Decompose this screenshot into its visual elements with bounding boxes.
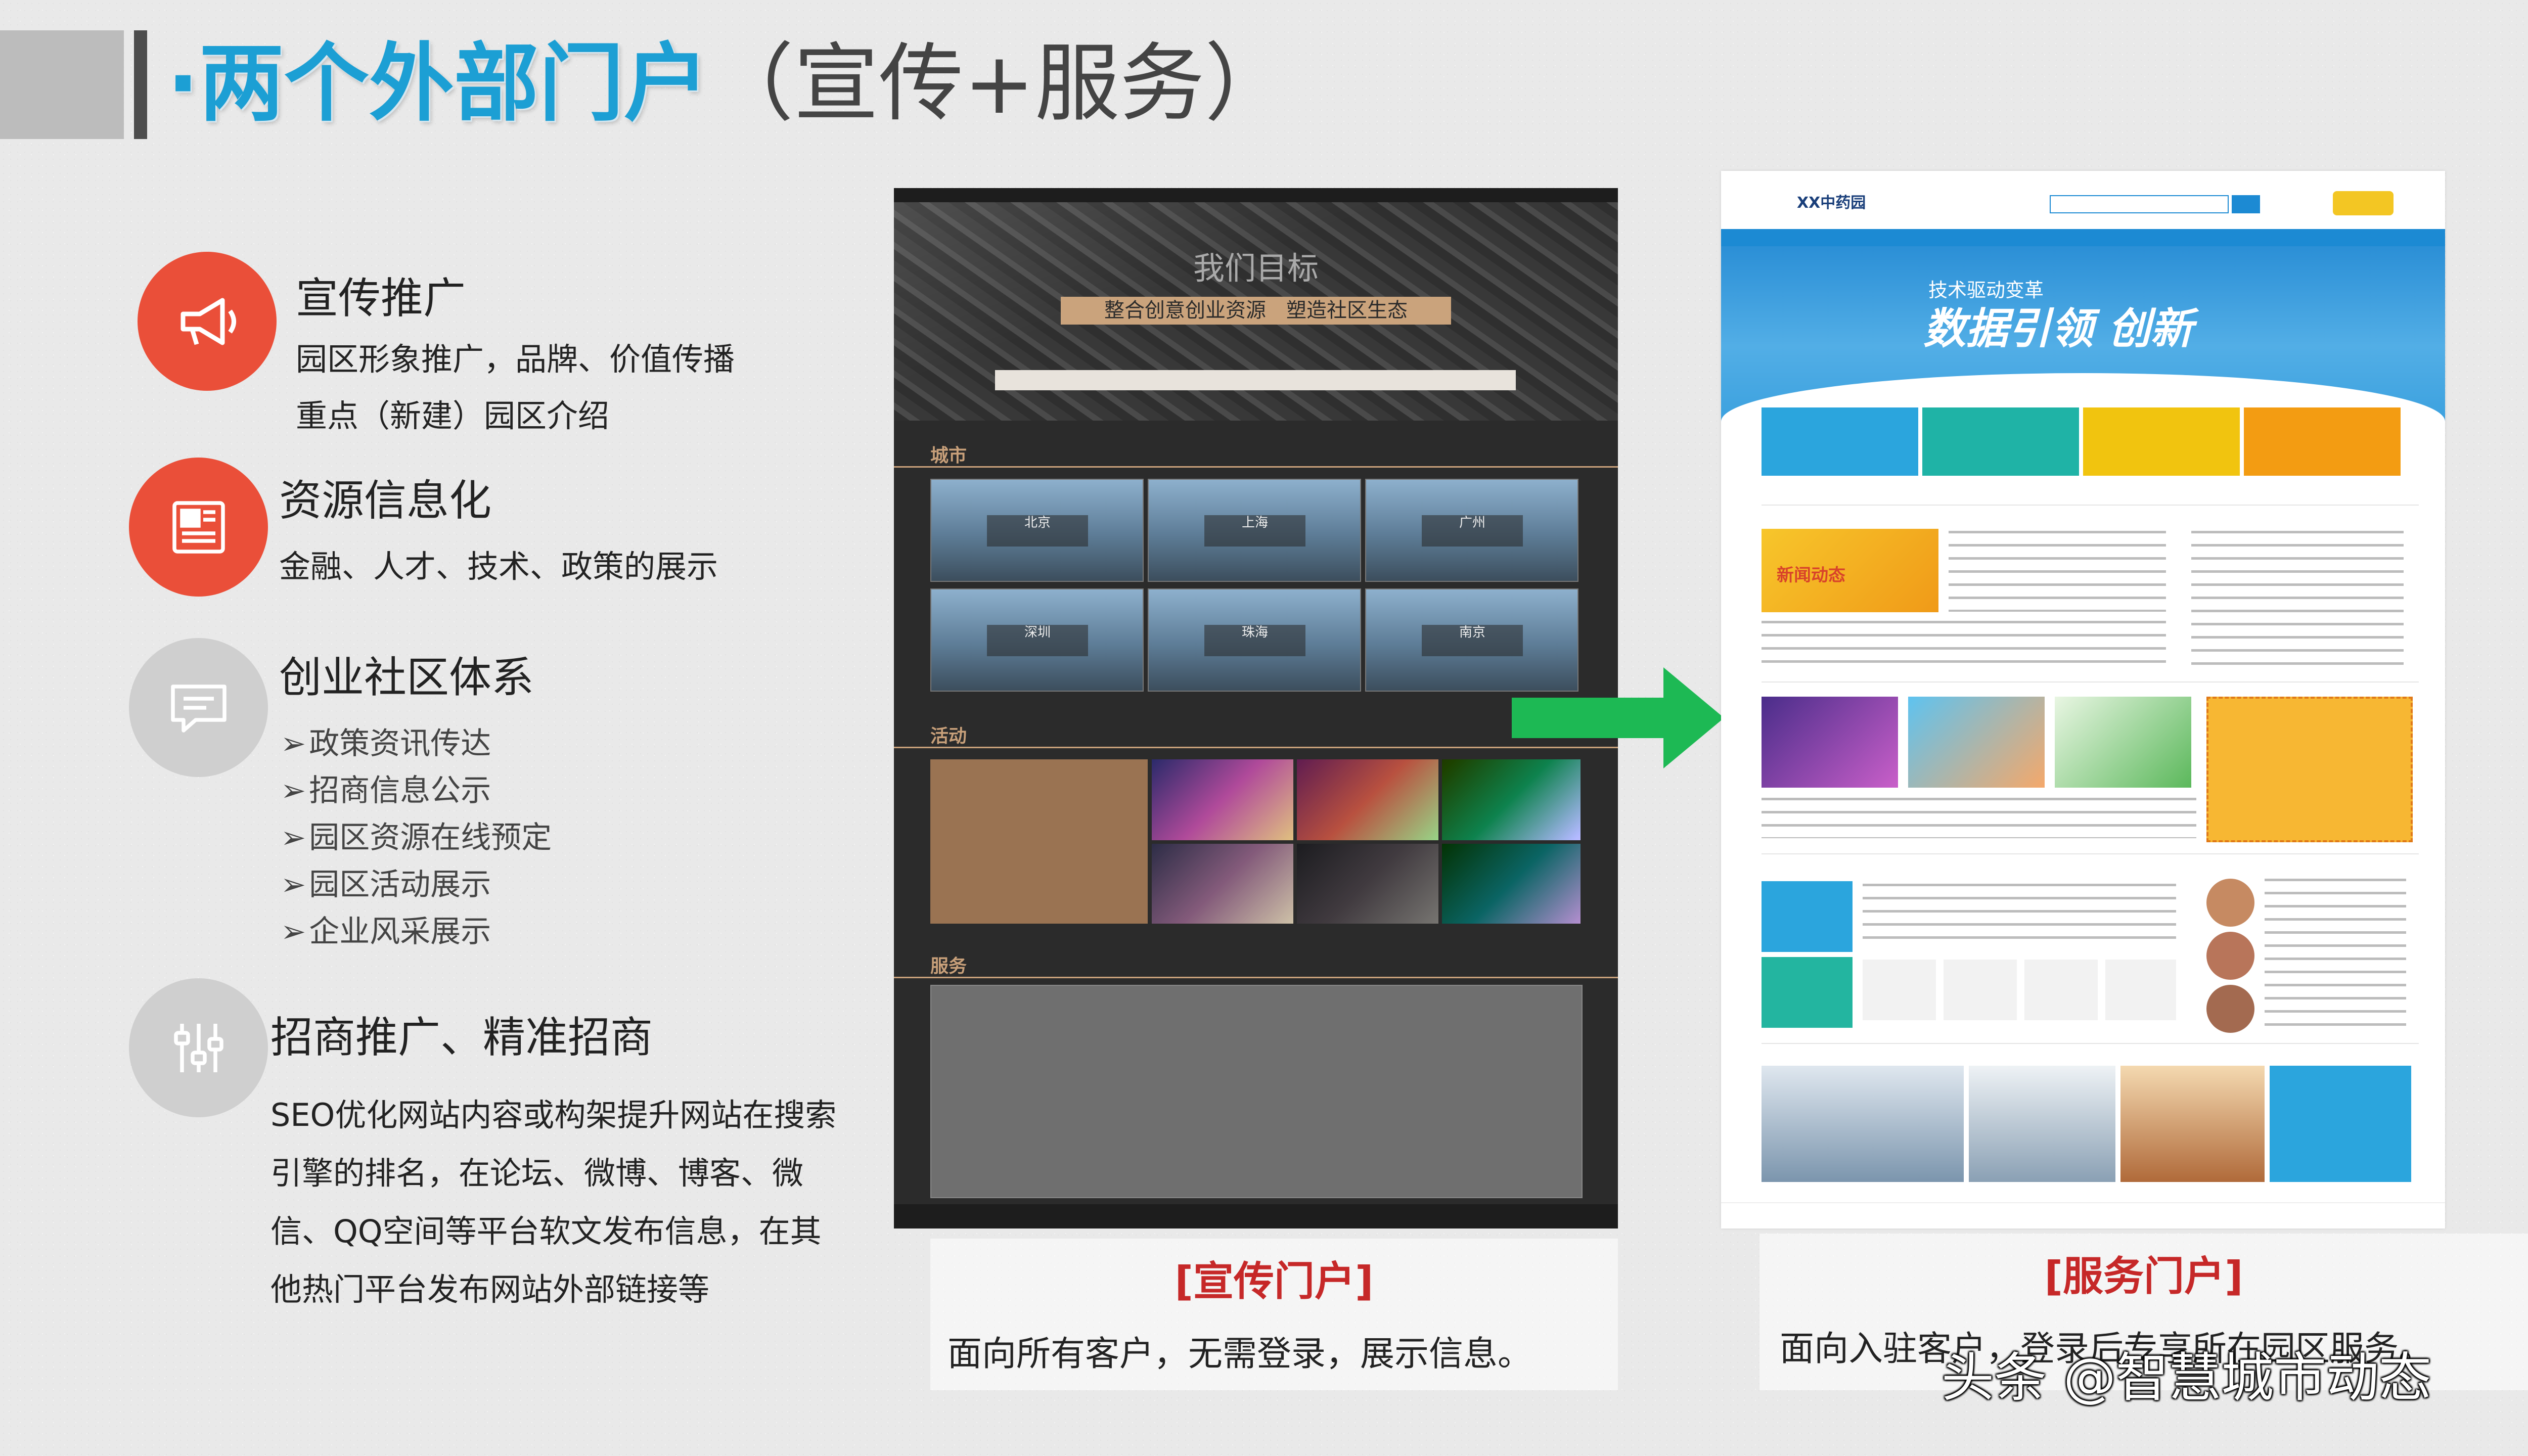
service-portal-screenshot: XX中药园 技术驱动变革 数据引领 创新 新闻动态 — [1721, 171, 2445, 1228]
city-card: 上海 — [1148, 479, 1361, 582]
activity-photo — [1152, 844, 1293, 924]
banner-slogan: 数据引领 创新 — [1923, 303, 2193, 353]
event-captions — [1762, 798, 2196, 838]
feature-desc-line: 金融、人才、技术、政策的展示 — [279, 548, 718, 585]
category-tile — [1762, 407, 1918, 476]
news-image-label: 新闻动态 — [1777, 565, 1845, 585]
list-item: 招商信息公示 — [281, 767, 552, 814]
page-title: ·两个外部门户（宣传+服务） — [167, 28, 1290, 139]
promo-hero-title: 我们目标 — [1193, 250, 1319, 287]
feature-title-resources: 资源信息化 — [279, 476, 492, 525]
activity-feature-card — [930, 759, 1148, 924]
partner-logos — [1863, 960, 2176, 1020]
facility-photo — [2120, 1066, 2265, 1182]
promo-caption-box: [宣传门户] 面向所有客户，无需登录，展示信息。 — [930, 1239, 1618, 1390]
list-item: 园区活动展示 — [281, 861, 552, 908]
header-divider-bar — [134, 30, 147, 139]
section-rule — [1762, 505, 2419, 506]
service-login-badge — [2333, 191, 2394, 215]
news-list — [1762, 621, 2166, 671]
notice-board — [2206, 697, 2413, 842]
section-rule — [1762, 853, 2419, 854]
avatar — [2206, 985, 2254, 1033]
section-rule — [894, 747, 1618, 748]
header-gray-block — [0, 30, 124, 139]
facility-photo — [1762, 1066, 1964, 1182]
activity-photo — [1442, 759, 1581, 840]
feature-desc-line: 园区形象推广，品牌、价值传播 — [296, 341, 735, 378]
city-label: 深圳 — [987, 625, 1088, 656]
section-rule — [894, 466, 1618, 468]
city-label: 南京 — [1422, 625, 1523, 656]
service-nav-bar — [1721, 229, 2445, 246]
city-card: 北京 — [930, 479, 1144, 582]
avatar — [2206, 879, 2254, 927]
promo-caption-title: [宣传门户] — [1175, 1258, 1374, 1305]
activity-photo — [1152, 759, 1293, 840]
section-rule — [894, 977, 1618, 978]
city-card: 广州 — [1365, 479, 1578, 582]
activity-photo — [1297, 759, 1438, 840]
promo-search-bar — [995, 370, 1516, 390]
service-grid-box — [930, 985, 1583, 1198]
page-title-paren: （宣传+服务） — [708, 34, 1290, 133]
enterprise-text — [1863, 884, 2176, 944]
facility-tile — [2270, 1066, 2411, 1182]
expert-list — [2265, 879, 2406, 1030]
promo-topbar — [894, 188, 1618, 202]
promo-footer — [894, 1204, 1618, 1228]
promo-section-service: 服务 — [930, 956, 967, 977]
feature-title-promotion: 宣传推广 — [296, 274, 466, 323]
sliders-icon — [129, 978, 268, 1117]
service-search-button — [2232, 195, 2260, 213]
page-title-main: ·两个外部门户 — [167, 34, 709, 133]
news-text-block — [1949, 531, 2166, 612]
feature-title-investment: 招商推广、精准招商 — [270, 1013, 653, 1062]
newspaper-icon — [129, 458, 268, 597]
section-rule — [1762, 681, 2419, 682]
feature-title-community: 创业社区体系 — [279, 653, 534, 702]
city-label: 北京 — [987, 515, 1088, 547]
category-tile — [2244, 407, 2401, 476]
avatar — [2206, 932, 2254, 980]
event-photo — [1762, 697, 1898, 788]
activity-photo — [1297, 844, 1438, 924]
service-footer — [1721, 1202, 2445, 1228]
list-item: 政策资讯传达 — [281, 720, 552, 767]
city-card: 珠海 — [1148, 588, 1361, 692]
list-item: 企业风采展示 — [281, 908, 552, 956]
category-tile — [1922, 407, 2079, 476]
arrow-right-icon — [1512, 667, 1724, 770]
promo-portal-screenshot: 我们目标 整合创意创业资源 塑造社区生态 城市 北京 上海 广州 深圳 珠海 南… — [894, 188, 1618, 1228]
feature-desc-line: 重点（新建）园区介绍 — [296, 397, 610, 434]
section-rule — [1762, 1043, 2419, 1044]
promo-hero-subtitle: 整合创意创业资源 塑造社区生态 — [1061, 297, 1451, 325]
community-bullet-list: 政策资讯传达 招商信息公示 园区资源在线预定 园区活动展示 企业风采展示 — [281, 720, 552, 956]
service-portal-logo: XX中药园 — [1797, 194, 1866, 212]
promo-section-city: 城市 — [930, 445, 967, 466]
chat-icon — [129, 638, 268, 777]
city-label: 上海 — [1204, 515, 1305, 547]
activity-photo — [1442, 844, 1581, 924]
city-label: 广州 — [1422, 515, 1523, 547]
city-card: 深圳 — [930, 588, 1144, 692]
investment-description: SEO优化网站内容或构架提升网站在搜索引擎的排名，在论坛、微博、博客、微信、QQ… — [270, 1097, 837, 1308]
list-item: 园区资源在线预定 — [281, 814, 552, 861]
megaphone-icon — [138, 252, 277, 391]
event-photo — [1908, 697, 2045, 788]
promo-section-activity: 活动 — [930, 726, 967, 747]
promo-caption-desc: 面向所有客户，无需登录，展示信息。 — [947, 1334, 1532, 1374]
city-label: 珠海 — [1204, 625, 1305, 656]
category-tile — [2083, 407, 2240, 476]
enterprise-tile — [1762, 957, 1853, 1028]
service-caption-title: [服务门户] — [2044, 1253, 2243, 1300]
notice-list — [2191, 531, 2404, 672]
service-search-input — [2050, 195, 2229, 213]
enterprise-tile — [1762, 881, 1853, 952]
facility-photo — [1969, 1066, 2115, 1182]
event-photo — [2055, 697, 2191, 788]
watermark: 头条 @智慧城市动态 — [1942, 1347, 2432, 1408]
